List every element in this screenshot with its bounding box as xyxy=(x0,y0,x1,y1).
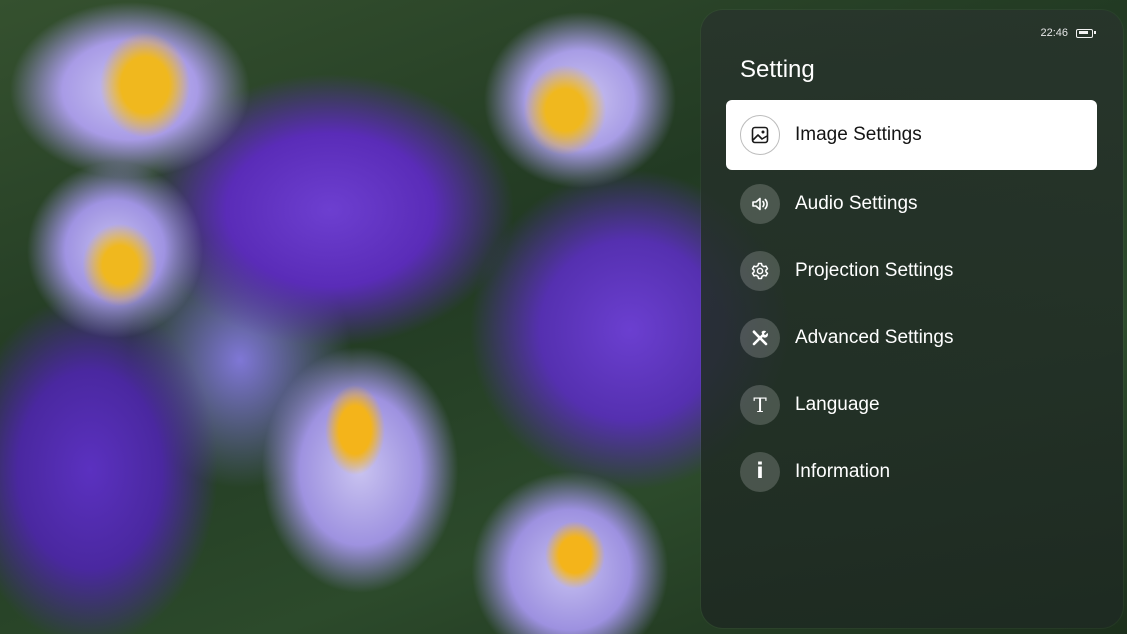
menu-item-label: Information xyxy=(795,460,891,482)
info-icon: i xyxy=(740,451,780,492)
menu-item-advanced-settings[interactable]: Advanced Settings xyxy=(726,304,1097,371)
menu-item-language[interactable]: T Language xyxy=(726,371,1097,438)
battery-icon xyxy=(1076,28,1096,38)
menu-item-label: Advanced Settings xyxy=(795,326,954,348)
speaker-icon xyxy=(740,183,780,224)
image-icon xyxy=(740,115,780,155)
settings-menu: Image Settings Audio Settings Projection… xyxy=(726,100,1097,505)
menu-item-label: Language xyxy=(795,393,880,415)
menu-item-image-settings[interactable]: Image Settings xyxy=(726,100,1097,170)
menu-item-information[interactable]: i Information xyxy=(726,438,1097,505)
menu-item-label: Projection Settings xyxy=(795,259,954,281)
status-bar: 22:46 xyxy=(1040,27,1096,39)
menu-item-label: Audio Settings xyxy=(795,192,918,214)
settings-panel: 22:46 Setting Image Settings Audio Setti… xyxy=(701,10,1123,628)
clock: 22:46 xyxy=(1040,27,1068,39)
panel-title: Setting xyxy=(740,56,815,83)
text-icon: T xyxy=(740,384,780,425)
menu-item-label: Image Settings xyxy=(795,124,922,145)
menu-item-projection-settings[interactable]: Projection Settings xyxy=(726,237,1097,304)
menu-item-audio-settings[interactable]: Audio Settings xyxy=(726,170,1097,237)
projector-home-screen: 22:46 Setting Image Settings Audio Setti… xyxy=(0,0,1127,634)
tools-icon xyxy=(740,317,780,358)
gear-icon xyxy=(740,250,780,291)
